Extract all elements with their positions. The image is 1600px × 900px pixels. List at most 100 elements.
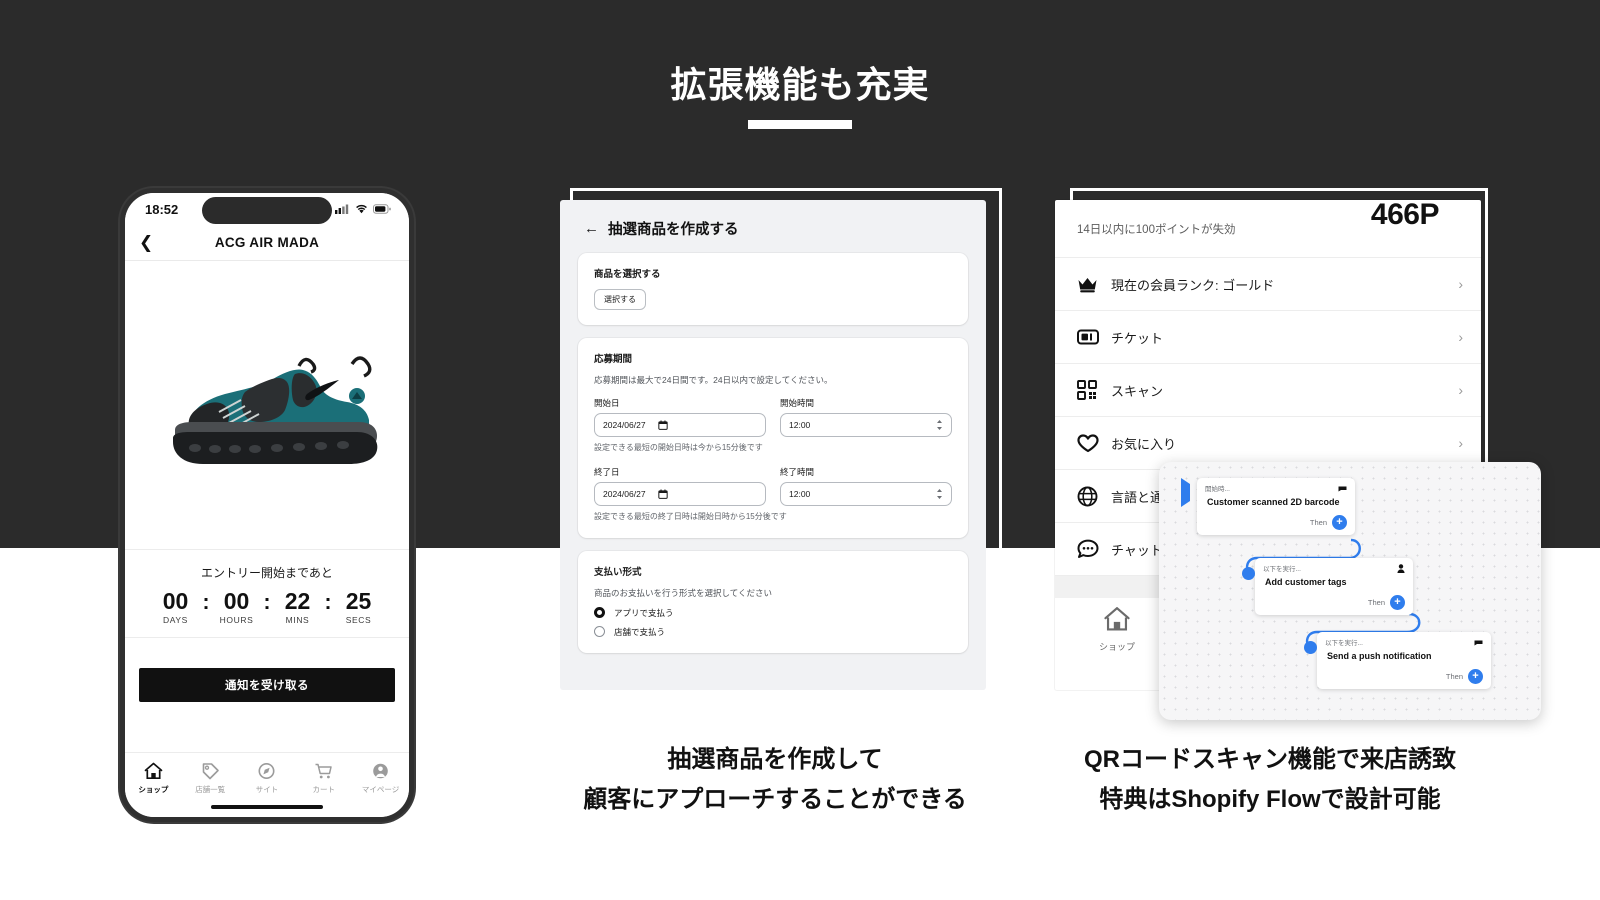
end-date-label: 終了日 xyxy=(594,467,620,478)
payment-option-store[interactable]: 店舗で支払う xyxy=(594,626,952,638)
flow-node-dot xyxy=(1304,641,1317,654)
membership-tab-label: ショップ xyxy=(1098,641,1135,652)
end-date-value: 2024/06/27 xyxy=(603,489,646,500)
calendar-icon xyxy=(658,420,668,431)
trigger-flag-icon xyxy=(1474,640,1483,645)
flow-node-action-push[interactable]: 以下を実行... Send a push notification Then + xyxy=(1317,632,1491,689)
tab-label: ショップ xyxy=(138,785,169,794)
countdown-separator: : xyxy=(202,591,210,614)
chevron-left-icon[interactable]: ❮ xyxy=(139,234,153,251)
menu-item-label: スキャン xyxy=(1111,383,1164,399)
end-time-input[interactable]: 12:00 xyxy=(780,482,952,507)
flow-then-label: Then xyxy=(1445,671,1463,681)
admin-header: ← 抽選商品を作成する xyxy=(560,200,986,253)
chevron-right-icon: › xyxy=(1458,276,1463,292)
tab-label: カート xyxy=(312,785,336,794)
countdown-caption: SECS xyxy=(345,615,372,626)
end-time-field: 終了時間 12:00 xyxy=(780,466,952,507)
flow-then-label: Then xyxy=(1309,517,1327,527)
tab-site[interactable]: サイト xyxy=(239,760,296,795)
payment-option-app[interactable]: アプリで支払う xyxy=(594,607,952,619)
start-time-label: 開始時間 xyxy=(780,398,815,409)
countdown-unit-mins: 22 MINS xyxy=(271,589,325,625)
flow-node-title: Add customer tags xyxy=(1265,577,1347,587)
panel3-caption-line1: QRコードスキャン機能で来店誘致 xyxy=(1084,746,1456,773)
tab-store-list[interactable]: 店舗一覧 xyxy=(182,760,239,795)
home-icon xyxy=(125,760,182,782)
add-step-button[interactable]: + xyxy=(1390,594,1405,610)
end-date-input[interactable]: 2024/06/27 xyxy=(594,482,766,507)
title-underline-rule xyxy=(748,120,852,129)
points-balance: 466P xyxy=(1370,200,1440,231)
tab-label: マイページ xyxy=(361,785,400,794)
select-product-button[interactable]: 選択する xyxy=(594,289,646,310)
countdown-caption: DAYS xyxy=(163,615,188,626)
tab-label: サイト xyxy=(255,785,279,794)
radio-selected-icon[interactable] xyxy=(594,607,605,619)
countdown-value: 00 xyxy=(162,588,189,614)
countdown-value: 22 xyxy=(284,588,311,614)
countdown-section: エントリー開始まであと 00 DAYS : 00 HOURS : 22 MINS xyxy=(125,549,409,639)
flow-node-action-tags[interactable]: 以下を実行... Add customer tags Then + xyxy=(1255,558,1413,615)
flow-node-title: Send a push notification xyxy=(1327,651,1432,661)
start-time-value: 12:00 xyxy=(789,420,811,431)
tab-label: 店舗一覧 xyxy=(195,785,226,794)
panel2-caption-line1: 抽選商品を作成して xyxy=(667,746,883,773)
tab-my-page[interactable]: マイページ xyxy=(352,760,409,795)
end-date-field: 終了日 2024/06/27 xyxy=(594,466,766,507)
receive-notification-button[interactable]: 通知を受け取る xyxy=(139,668,395,703)
phone-notch xyxy=(202,197,332,224)
panel3-caption: QRコードスキャン機能で来店誘致 特典はShopify Flowで設計可能 xyxy=(1055,740,1485,819)
menu-item-label: チャット xyxy=(1111,542,1163,558)
start-date-input[interactable]: 2024/06/27 xyxy=(594,413,766,438)
tab-cart[interactable]: カート xyxy=(295,760,352,795)
entry-period-card: 応募期間 応募期間は最大で24日間です。24日以内で設定してください。 開始日 … xyxy=(578,338,968,539)
menu-item-rank[interactable]: 現在の会員ランク: ゴールド › xyxy=(1055,258,1481,311)
countdown-caption: HOURS xyxy=(219,615,254,626)
tag-icon xyxy=(182,760,239,782)
product-name: ACG AIR MADA xyxy=(214,235,320,250)
countdown-separator: : xyxy=(263,591,271,614)
countdown-row: 00 DAYS : 00 HOURS : 22 MINS : 25 SECS xyxy=(125,589,409,625)
flow-node-trigger[interactable]: 開始時... Customer scanned 2D barcode Then … xyxy=(1197,478,1355,535)
arrow-left-icon[interactable]: ← xyxy=(584,220,599,237)
status-time: 18:52 xyxy=(145,201,179,217)
menu-item-scan[interactable]: スキャン › xyxy=(1055,364,1481,417)
countdown-caption: MINS xyxy=(285,615,310,626)
trigger-flag-icon xyxy=(1338,486,1347,491)
stepper-updown-icon[interactable] xyxy=(936,419,943,431)
radio-unselected-icon[interactable] xyxy=(594,626,605,638)
add-step-button[interactable]: + xyxy=(1332,514,1347,530)
entry-period-description: 応募期間は最大で24日間です。24日以内で設定してください。 xyxy=(594,375,833,385)
start-time-input[interactable]: 12:00 xyxy=(780,413,952,438)
countdown-separator: : xyxy=(324,591,332,614)
product-select-label: 商品を選択する xyxy=(594,269,661,280)
flow-node-head-label: 開始時... xyxy=(1205,486,1230,493)
ticket-icon xyxy=(1077,329,1111,345)
add-step-button[interactable]: + xyxy=(1468,668,1483,684)
flow-node-head-label: 以下を実行... xyxy=(1325,640,1363,647)
membership-tab-shop[interactable]: ショップ xyxy=(1075,598,1159,660)
menu-item-ticket[interactable]: チケット › xyxy=(1055,311,1481,364)
chevron-right-icon: › xyxy=(1458,329,1463,345)
menu-item-label: お気に入り xyxy=(1111,436,1177,452)
flow-node-title: Customer scanned 2D barcode xyxy=(1207,497,1340,507)
start-date-value: 2024/06/27 xyxy=(603,420,646,431)
slide-root: 拡張機能も充実 18:52 ❮ ACG AIR MADA エントリー開始まであと… xyxy=(0,0,1600,900)
countdown-unit-secs: 25 SECS xyxy=(332,589,386,625)
shopify-flow-overlay: 開始時... Customer scanned 2D barcode Then … xyxy=(1159,462,1541,720)
end-time-label: 終了時間 xyxy=(780,467,815,478)
home-indicator xyxy=(211,805,323,809)
stepper-updown-icon[interactable] xyxy=(936,488,943,500)
product-image-area xyxy=(125,261,409,549)
phone-nav-bar: ❮ ACG AIR MADA xyxy=(125,225,409,261)
wifi-icon xyxy=(356,205,367,214)
product-select-card: 商品を選択する 選択する xyxy=(578,253,968,325)
tab-shop[interactable]: ショップ xyxy=(125,760,182,795)
countdown-value: 25 xyxy=(345,588,372,614)
phone-status-bar: 18:52 xyxy=(125,193,409,225)
qr-scan-icon xyxy=(1077,380,1111,400)
payment-option-label: アプリで支払う xyxy=(614,607,674,618)
play-triangle-icon xyxy=(1181,478,1190,507)
person-icon xyxy=(1397,563,1405,573)
